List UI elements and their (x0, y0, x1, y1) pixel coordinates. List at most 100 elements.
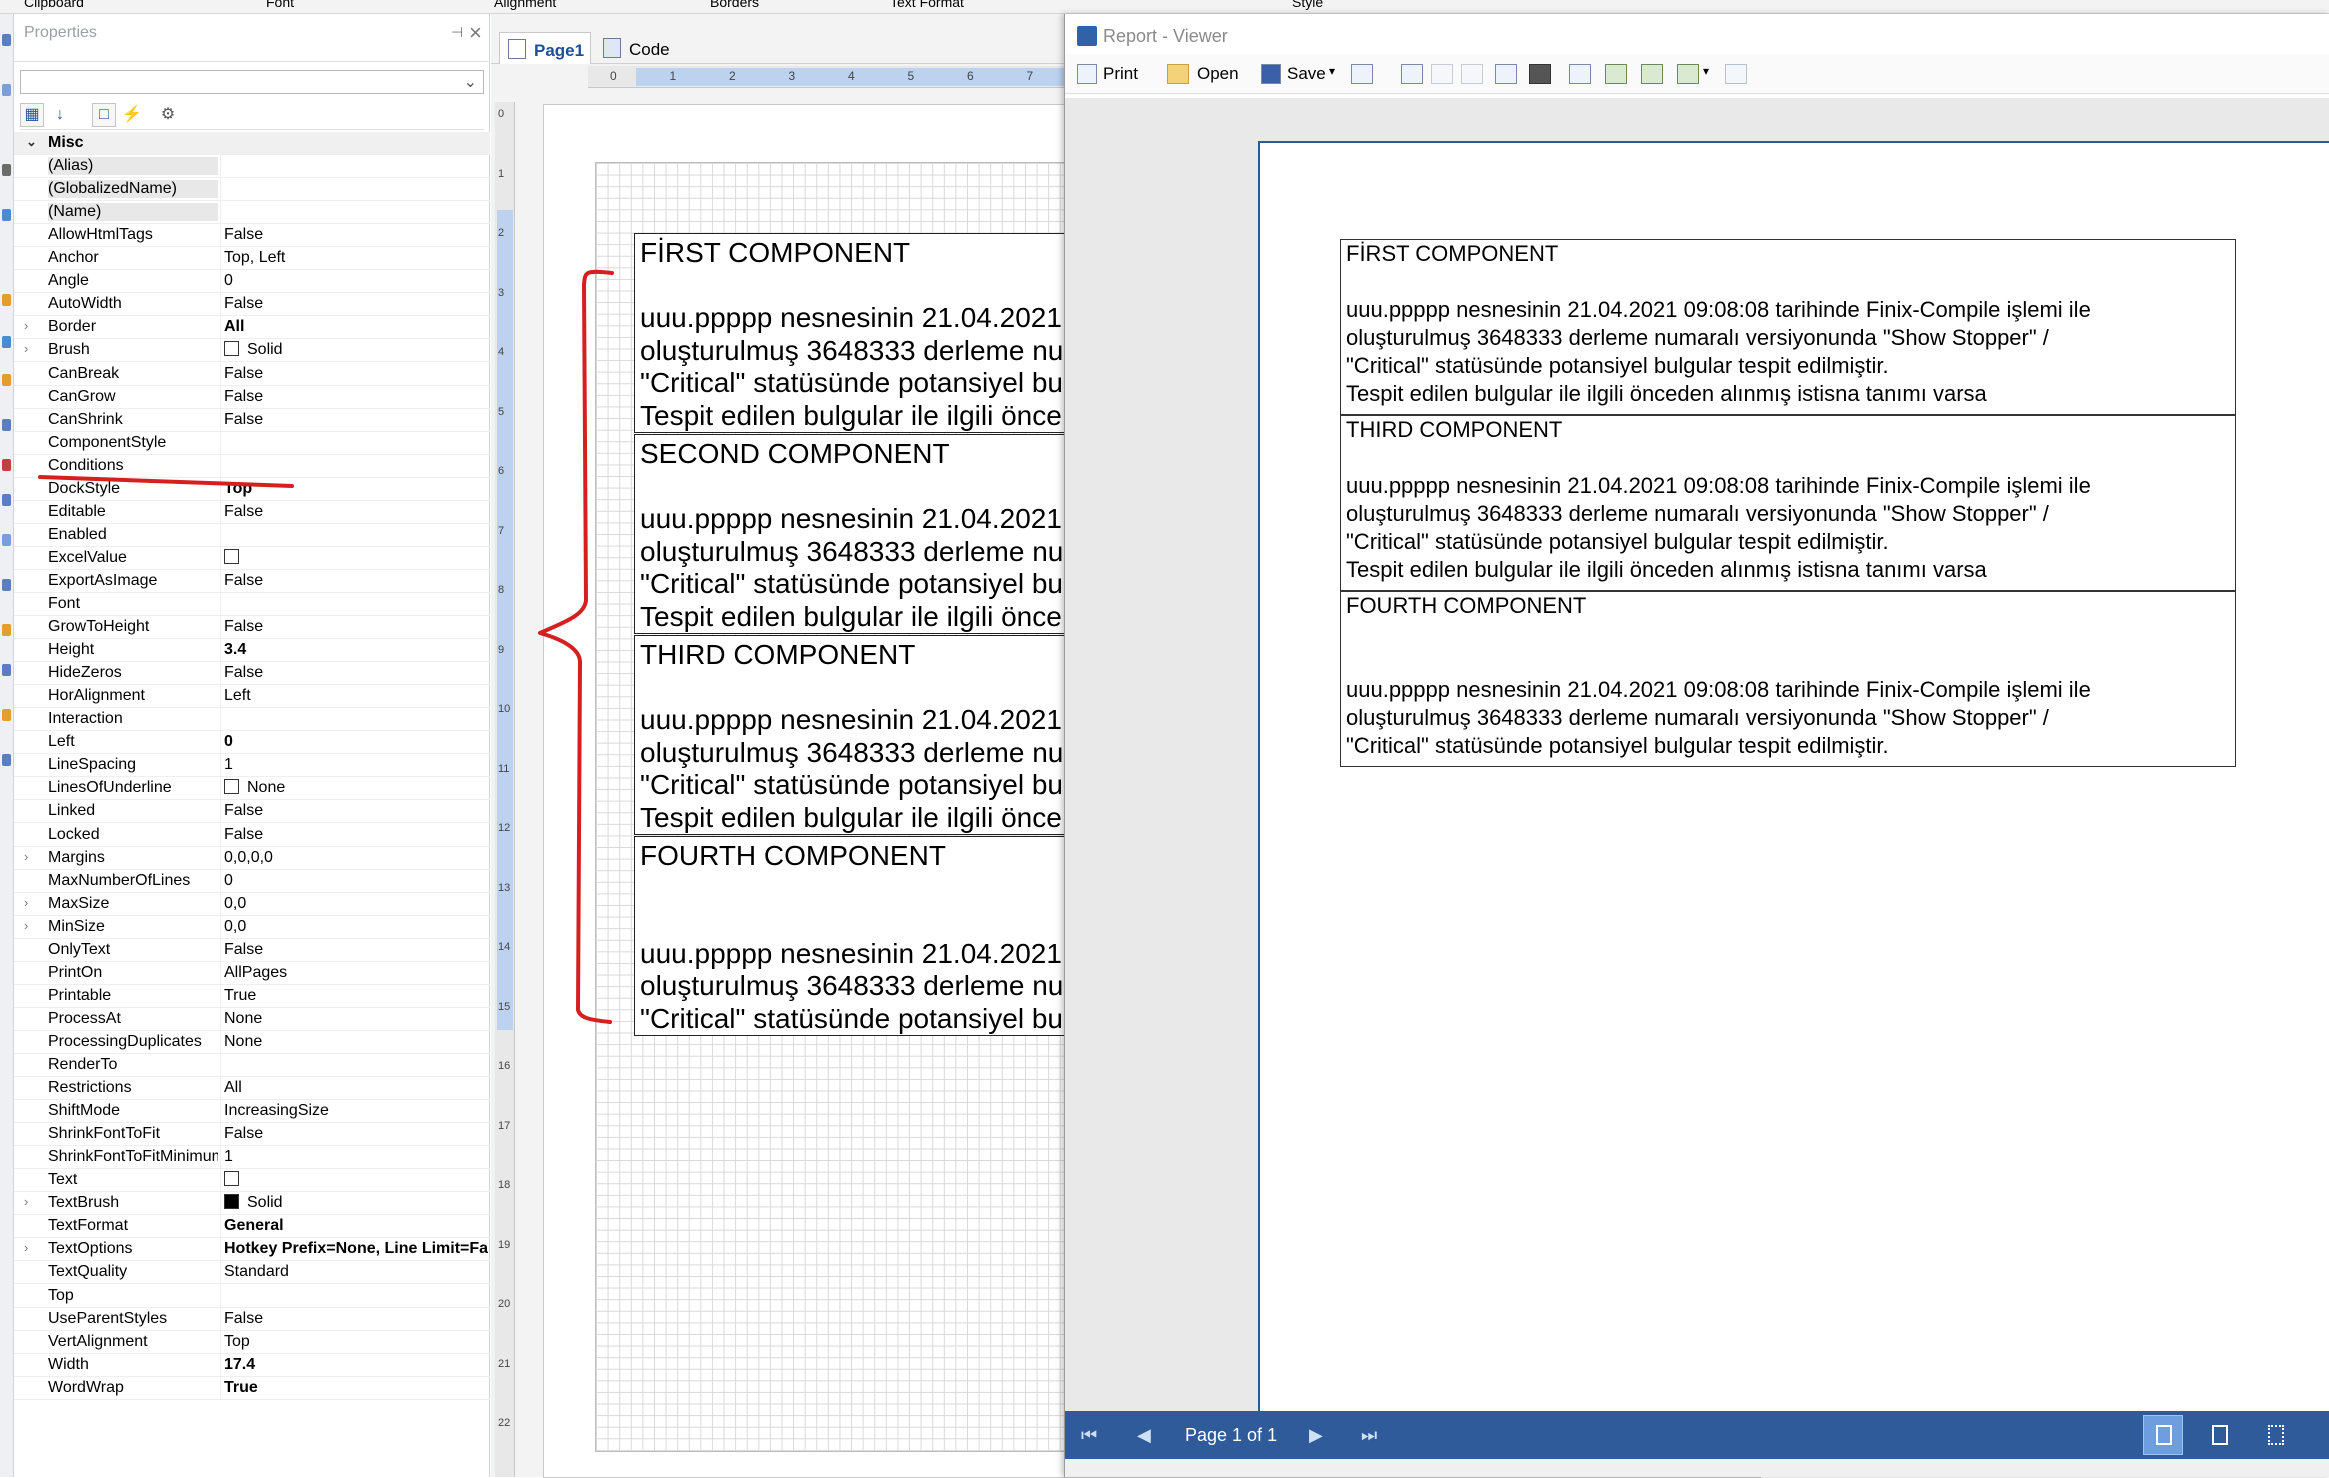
categorized-icon[interactable]: ▦ (20, 103, 44, 127)
property-row[interactable]: RenderTo (14, 1054, 490, 1077)
category-misc[interactable]: ⌄ Misc (14, 132, 490, 155)
property-value[interactable]: All (224, 1079, 488, 1097)
property-row[interactable]: Enabled (14, 523, 490, 547)
folder-icon[interactable] (1167, 64, 1189, 84)
property-value[interactable]: 1 (224, 1148, 488, 1166)
tool-icon[interactable] (2, 84, 11, 96)
save-icon[interactable] (1261, 64, 1281, 84)
events-icon[interactable]: ⚡ (120, 103, 144, 127)
save-button[interactable]: Save (1287, 64, 1326, 84)
property-row[interactable]: Locked False (14, 823, 490, 847)
checkbox-icon[interactable] (224, 341, 239, 357)
chevron-right-icon[interactable]: › (24, 341, 28, 356)
chevron-right-icon[interactable]: › (24, 1194, 28, 1209)
tool-icon[interactable] (2, 336, 11, 348)
property-row[interactable]: (Name) (14, 201, 490, 225)
multi-page-view-button[interactable] (2255, 1415, 2295, 1455)
component-selector[interactable]: ⌄ (20, 70, 484, 94)
property-value[interactable]: True (224, 1379, 488, 1397)
property-value[interactable]: 0,0,0,0 (224, 849, 488, 867)
property-row[interactable]: PrintOn AllPages (14, 961, 490, 985)
gear-icon[interactable]: ⚙ (156, 103, 180, 127)
tab-code[interactable]: Code (595, 32, 676, 64)
property-row[interactable]: › TextOptions Hotkey Prefix=None, Line Lim… (14, 1238, 490, 1262)
property-row[interactable]: ProcessAt None (14, 1007, 490, 1031)
property-value[interactable]: 17.4 (224, 1356, 488, 1374)
property-row[interactable]: Top (14, 1284, 490, 1308)
property-row[interactable]: › Border All (14, 316, 490, 340)
checkbox-icon[interactable] (224, 1171, 239, 1187)
tool-icon[interactable] (2, 534, 11, 546)
multiple-pages-icon[interactable] (1677, 64, 1699, 84)
property-row[interactable]: ComponentStyle (14, 431, 490, 455)
send-icon[interactable] (1351, 64, 1373, 84)
property-row[interactable]: › Brush Solid (14, 339, 490, 363)
property-row[interactable]: ShrinkFontToFitMinimum 1 (14, 1146, 490, 1170)
property-value[interactable]: False (224, 572, 488, 590)
property-value[interactable]: None (224, 1033, 488, 1051)
thumbnails-icon[interactable] (1461, 64, 1483, 84)
property-row[interactable]: › Margins 0,0,0,0 (14, 846, 490, 870)
open-button[interactable]: Open (1197, 64, 1239, 84)
property-value[interactable]: False (224, 618, 488, 636)
property-row[interactable]: (GlobalizedName) (14, 178, 490, 202)
property-value[interactable] (224, 1171, 488, 1189)
property-row[interactable]: Angle 0 (14, 270, 490, 294)
property-row[interactable]: Restrictions All (14, 1077, 490, 1101)
viewer-canvas[interactable]: FİRST COMPONENT uuu.ppppp nesnesinin 21.0… (1065, 98, 2329, 1411)
two-pages-icon[interactable] (1641, 64, 1663, 84)
property-row[interactable]: (Alias) (14, 155, 490, 179)
continuous-view-button[interactable] (2199, 1415, 2239, 1455)
property-row[interactable]: Editable False (14, 500, 490, 524)
property-row[interactable]: LinesOfUnderline None (14, 777, 490, 801)
property-value[interactable]: False (224, 503, 488, 521)
property-row[interactable]: ExcelValue (14, 546, 490, 570)
chevron-down-icon[interactable]: ▾ (1329, 64, 1335, 78)
property-value[interactable]: All (224, 318, 488, 336)
tool-icon[interactable] (2, 164, 11, 176)
property-value[interactable]: False (224, 1310, 488, 1328)
property-row[interactable]: CanBreak False (14, 362, 490, 386)
property-value[interactable]: False (224, 388, 488, 406)
chevron-right-icon[interactable]: › (24, 1240, 28, 1255)
checkbox-icon[interactable] (224, 548, 239, 564)
property-value[interactable]: 3.4 (224, 641, 488, 659)
property-row[interactable]: AllowHtmlTags False (14, 224, 490, 248)
property-row[interactable]: Width 17.4 (14, 1353, 490, 1377)
property-value[interactable]: False (224, 802, 488, 820)
property-row[interactable]: DockStyle Top (14, 477, 490, 501)
checkbox-icon[interactable] (224, 779, 239, 795)
parameters-icon[interactable] (1431, 64, 1453, 84)
tool-icon[interactable] (2, 709, 11, 721)
first-page-icon[interactable]: ⏮ (1081, 1425, 1103, 1449)
full-screen-icon[interactable] (1569, 64, 1591, 84)
property-row[interactable]: HorAlignment Left (14, 685, 490, 709)
property-row[interactable]: CanShrink False (14, 408, 490, 432)
property-value[interactable]: Left (224, 687, 488, 705)
property-row[interactable]: Text (14, 1169, 490, 1193)
property-row[interactable]: › MaxSize 0,0 (14, 892, 490, 916)
page-setup-icon[interactable] (1495, 64, 1517, 84)
tool-icon[interactable] (2, 459, 11, 471)
property-row[interactable]: MaxNumberOfLines 0 (14, 869, 490, 893)
close-viewer-icon[interactable] (1725, 64, 1747, 84)
property-row[interactable]: ShrinkFontToFit False (14, 1123, 490, 1147)
tool-icon[interactable] (2, 294, 11, 306)
property-value[interactable]: False (224, 1125, 488, 1143)
property-value[interactable]: Solid (224, 1194, 488, 1212)
tool-icon[interactable] (2, 664, 11, 676)
property-value[interactable]: 0,0 (224, 918, 488, 936)
property-row[interactable]: OnlyText False (14, 938, 490, 962)
property-value[interactable]: False (224, 365, 488, 383)
property-row[interactable]: › MinSize 0,0 (14, 915, 490, 939)
property-row[interactable]: Left 0 (14, 731, 490, 755)
property-value[interactable]: AllPages (224, 964, 488, 982)
property-row[interactable]: UseParentStyles False (14, 1307, 490, 1331)
property-value[interactable]: Solid (224, 341, 488, 359)
chevron-right-icon[interactable]: › (24, 318, 28, 333)
property-row[interactable]: HideZeros False (14, 662, 490, 686)
property-row[interactable]: GrowToHeight False (14, 616, 490, 640)
property-value[interactable] (224, 548, 488, 567)
property-value[interactable]: False (224, 226, 488, 244)
tool-icon[interactable] (2, 209, 11, 221)
